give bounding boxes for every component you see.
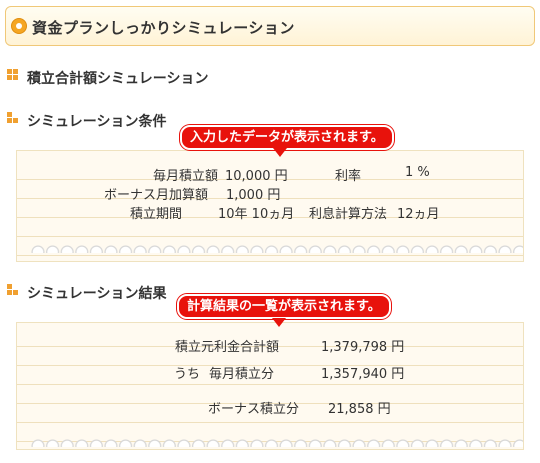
scallop-edge <box>31 239 523 253</box>
grid-bullet-icon <box>7 112 19 126</box>
bonus-addition-label: ボーナス月加算額 <box>104 188 209 203</box>
total-value: 1,379,798 円 <box>321 340 405 355</box>
callout-arrow-icon <box>272 318 286 327</box>
monthly-portion-value: 1,357,940 円 <box>321 367 405 382</box>
interest-method-label: 利息計算方法 <box>309 207 388 222</box>
results-callout: 計算結果の一覧が表示されます。 <box>177 294 391 319</box>
bonus-portion-value: 21,858 円 <box>328 402 391 417</box>
page-title: 資金プランしっかりシミュレーション <box>32 19 295 37</box>
interest-rate-label: 利率 <box>335 169 362 184</box>
section-title-results: シミュレーション結果 <box>27 286 167 302</box>
circle-bullet-icon <box>12 19 26 33</box>
results-panel: 積立元利金合計額 1,379,798 円 うち 毎月積立分 1,357,940 … <box>16 322 524 450</box>
grid-bullet-icon <box>7 284 19 298</box>
section-title-conditions: シミュレーション条件 <box>27 114 167 130</box>
page-header: 資金プランしっかりシミュレーション <box>5 6 535 46</box>
bonus-addition-value: 1,000 円 <box>226 188 281 203</box>
conditions-callout: 入力したデータが表示されます。 <box>180 125 394 150</box>
monthly-deposit-value: 10,000 円 <box>225 169 288 184</box>
monthly-portion-label: 毎月積立分 <box>209 367 275 382</box>
period-label: 積立期間 <box>130 207 183 222</box>
conditions-panel: 毎月積立額 10,000 円 利率 1 % ボーナス月加算額 1,000 円 積… <box>16 150 524 262</box>
section-title-total: 積立合計額シミュレーション <box>27 71 209 87</box>
scallop-edge <box>31 433 523 447</box>
of-which-label: うち <box>174 367 201 382</box>
interest-rate-value: 1 % <box>405 165 430 180</box>
period-value: 10年 10ヵ月 <box>218 207 295 222</box>
grid-bullet-icon <box>7 69 19 83</box>
interest-method-value: 12ヵ月 <box>397 207 440 222</box>
bonus-portion-label: ボーナス積立分 <box>208 402 300 417</box>
callout-arrow-icon <box>273 148 287 157</box>
monthly-deposit-label: 毎月積立額 <box>152 169 218 184</box>
total-label: 積立元利金合計額 <box>175 340 280 355</box>
